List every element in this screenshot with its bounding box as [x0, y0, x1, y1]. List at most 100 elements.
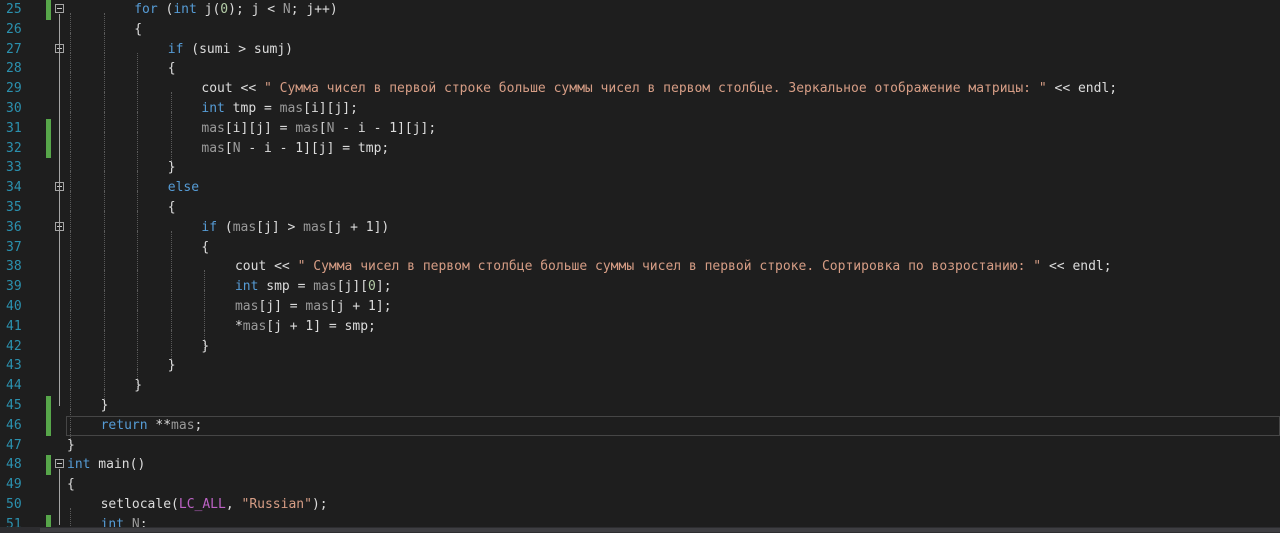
code-text[interactable]: cout << " Сумма чисел в первом столбце б…	[67, 257, 1112, 291]
code-text[interactable]: }	[67, 376, 143, 409]
code-text[interactable]: }	[67, 158, 176, 192]
code-text[interactable]: {	[67, 238, 209, 271]
line-number: 32	[6, 140, 22, 156]
code-text[interactable]: mas[j] = mas[j + 1];	[67, 297, 392, 330]
code-line[interactable]: 33}	[0, 158, 1280, 192]
code-line[interactable]: 26 {	[0, 20, 1280, 53]
change-marker	[46, 415, 51, 436]
change-marker	[46, 395, 51, 416]
code-token: LC_ALL	[178, 496, 226, 512]
collapse-toggle-icon[interactable]	[55, 4, 64, 13]
code-line[interactable]: 43}	[0, 356, 1280, 390]
code-text[interactable]: if (mas[j] > mas[j + 1])	[67, 218, 390, 251]
code-token: mas	[313, 279, 337, 295]
code-text[interactable]: int tmp = mas[i][j];	[67, 99, 358, 132]
code-text[interactable]: }	[67, 396, 109, 429]
line-number: 36	[6, 219, 22, 235]
code-editor[interactable]: 25 for (int j(0); j < N; j++) 26{27 if (sum…	[0, 0, 1280, 533]
code-text[interactable]: else	[67, 178, 199, 211]
line-number: 35	[6, 199, 22, 215]
code-line[interactable]: 46 return **mas;	[0, 415, 1280, 449]
code-text[interactable]: for (int j(0); j < N; j++)	[67, 0, 338, 33]
change-marker	[46, 455, 51, 476]
change-marker	[46, 0, 51, 20]
code-token: (sumi > sumj)	[183, 41, 294, 57]
horizontal-scrollbar[interactable]	[0, 527, 1280, 533]
code-token: (	[157, 2, 174, 17]
line-number: 38	[6, 259, 22, 275]
line-number: 28	[6, 61, 22, 77]
code-text[interactable]: int smp = mas[j][0];	[67, 277, 392, 310]
code-token: mas	[242, 318, 267, 334]
code-line[interactable]: 38 cout << " Сумма чисел в первом столбце…	[0, 257, 1280, 291]
line-number: 40	[6, 298, 22, 314]
code-text[interactable]: }	[67, 436, 75, 456]
code-lines: 25 for (int j(0); j < N; j++) 26{27 if (sum…	[0, 0, 1280, 533]
code-token: [j] >	[256, 219, 304, 235]
code-token: [j] =	[258, 298, 306, 314]
code-token: mas	[305, 298, 329, 314]
code-text[interactable]: mas[N - i - 1][j] = tmp;	[67, 139, 389, 172]
line-number: 29	[6, 81, 22, 97]
line-number: 41	[6, 318, 22, 334]
code-text[interactable]: mas[i][j] = mas[N - i - 1][j];	[67, 119, 436, 152]
code-line[interactable]: 29 cout << " Сумма чисел в первой строке …	[0, 79, 1280, 112]
code-text[interactable]: {	[67, 20, 142, 53]
code-line[interactable]: 45}	[0, 395, 1280, 429]
line-number: 46	[6, 417, 22, 433]
code-line[interactable]: 49 {	[0, 475, 1280, 495]
code-line[interactable]: 27 if (sumi > sumj)	[0, 40, 1280, 73]
code-line[interactable]: 47}	[0, 436, 1280, 456]
code-token: smp =	[258, 279, 314, 295]
code-token: "Russian"	[241, 496, 312, 512]
code-token: return	[100, 417, 148, 433]
code-text[interactable]: {	[67, 198, 176, 231]
code-token: int	[173, 2, 197, 17]
code-line[interactable]: 40 mas[j] = mas[j + 1];	[0, 297, 1280, 330]
collapse-toggle-icon[interactable]	[55, 459, 64, 469]
code-token: [j][	[336, 279, 369, 295]
scrollbar-thumb[interactable]	[40, 528, 1280, 532]
line-number: 43	[6, 358, 22, 374]
code-token: for	[134, 2, 158, 17]
code-line[interactable]: 34 else	[0, 178, 1280, 211]
code-token: mas	[234, 298, 259, 314]
code-text[interactable]: cout << " Сумма чисел в первой строке бо…	[67, 79, 1117, 112]
code-token: 0	[220, 2, 229, 17]
code-text[interactable]: *mas[j + 1] = smp;	[67, 317, 376, 350]
fold-region-line	[59, 469, 60, 525]
code-text[interactable]: }	[67, 337, 209, 370]
code-line[interactable]: 39 int smp = mas[j][0];	[0, 277, 1280, 310]
code-token: }	[134, 378, 143, 394]
code-line[interactable]: 32 mas[N - i - 1][j] = tmp;	[0, 138, 1280, 172]
code-text[interactable]: }	[67, 356, 176, 390]
code-line[interactable]: 36 if (mas[j] > mas[j + 1])	[0, 218, 1280, 251]
code-line[interactable]: 28 {	[0, 59, 1280, 93]
code-token: j(	[196, 2, 221, 17]
code-text[interactable]: {	[67, 59, 176, 93]
code-line[interactable]: 37 {	[0, 238, 1280, 271]
code-text[interactable]: {	[67, 475, 75, 495]
line-number: 44	[6, 378, 22, 394]
code-text[interactable]: if (sumi > sumj)	[67, 40, 294, 73]
code-line[interactable]: 41 *mas[j + 1] = smp;	[0, 317, 1280, 350]
code-token: }	[100, 397, 109, 413]
code-token: [j + 1])	[326, 219, 390, 235]
code-token: [j + 1] = smp;	[266, 318, 376, 334]
code-line[interactable]: 44}	[0, 376, 1280, 409]
code-line[interactable]: 50 setlocale(LC_ALL, "Russian");	[0, 495, 1280, 528]
code-line[interactable]: 25 for (int j(0); j < N; j++)	[0, 0, 1280, 33]
code-text[interactable]: return **mas;	[67, 416, 202, 449]
code-line[interactable]: 48 int main()	[0, 455, 1280, 476]
line-number: 27	[6, 41, 22, 57]
code-text[interactable]: int main()	[67, 455, 145, 475]
code-line[interactable]: 31 mas[i][j] = mas[N - i - 1][j];	[0, 118, 1280, 152]
line-number: 48	[6, 457, 22, 473]
code-token: int	[67, 457, 91, 473]
code-token: " Сумма чисел в первом столбце больше су…	[297, 259, 1042, 275]
code-line[interactable]: 42}	[0, 337, 1280, 370]
code-token: );	[311, 496, 328, 512]
code-line[interactable]: 30 int tmp = mas[i][j];	[0, 99, 1280, 132]
code-line[interactable]: 35 {	[0, 198, 1280, 231]
code-text[interactable]: setlocale(LC_ALL, "Russian");	[67, 495, 328, 528]
